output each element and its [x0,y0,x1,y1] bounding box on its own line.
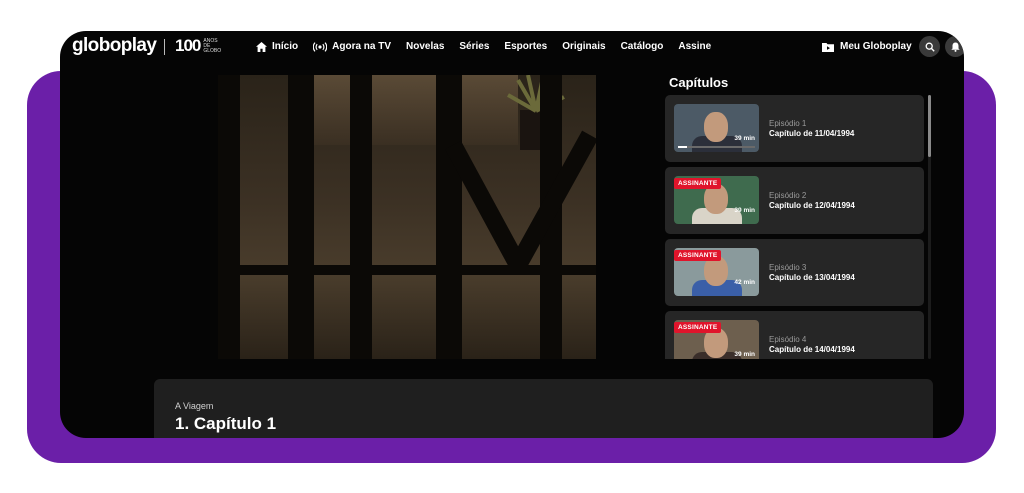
chapter-duration: 39 min [734,351,755,358]
chapter-thumbnail: 39 min [674,104,759,152]
episode-number: Episódio 2 [769,191,807,200]
search-button[interactable] [919,36,940,57]
episode-number: Episódio 1 [769,119,807,128]
nav-label: Agora na TV [332,41,392,52]
nav-item-originais[interactable]: Originais [562,41,605,52]
nav-label: Esportes [504,41,548,52]
chapters-scrollbar[interactable] [928,95,931,359]
nav-item-series[interactable]: Séries [459,41,489,52]
gate-rail [218,265,596,275]
my-globoplay-label: Meu Globoplay [840,41,912,52]
video-player[interactable] [218,75,596,359]
nav-label: Catálogo [620,41,664,52]
live-broadcast-icon [313,41,328,52]
episode-info-panel: A Viagem 1. Capítulo 1 [154,379,933,438]
anniversary-number: 100 [175,36,201,55]
nav-item-esportes[interactable]: Esportes [504,41,547,52]
chapters-heading: Capítulos [669,75,729,90]
nav-label: Assine [678,41,712,52]
subscriber-badge: ASSINANTE [674,322,722,333]
app-window: globoplay 100 anos de globo Início [60,31,964,438]
chapter-card[interactable]: 42 min ASSINANTE Episódio 3 Capítulo de … [665,239,924,306]
nav-label: Originais [562,41,606,52]
episode-description: Capítulo de 13/04/1994 [769,273,855,282]
episode-description: Capítulo de 11/04/1994 [769,129,855,138]
episode-title: 1. Capítulo 1 [175,414,277,433]
chapter-card[interactable]: 39 min ASSINANTE Episódio 2 Capítulo de … [665,167,924,234]
show-name[interactable]: A Viagem [175,401,213,411]
my-globoplay-button[interactable]: Meu Globoplay [822,31,912,62]
nav-label: Novelas [406,41,445,52]
nav-label: Início [272,41,299,52]
gate-cross-brace [445,130,596,270]
watch-progress-fill [678,146,688,148]
chapters-scrollbar-thumb[interactable] [928,95,931,157]
logo-divider [164,39,165,55]
bell-icon [951,42,960,52]
globoplay-logo[interactable]: globoplay [72,35,157,57]
chapter-duration: 39 min [734,135,755,142]
watch-progress-bar [678,146,755,148]
folder-play-icon [822,42,834,52]
subscriber-badge: ASSINANTE [674,178,722,189]
chapters-list: 39 min Episódio 1 Capítulo de 11/04/1994… [665,95,925,359]
subscriber-badge: ASSINANTE [674,250,722,261]
chapter-card[interactable]: 39 min Episódio 1 Capítulo de 11/04/1994 [665,95,924,162]
main-nav: Início Agora na TV Novelas Séries Esport… [256,31,726,62]
chapter-duration: 39 min [734,207,755,214]
episode-description: Capítulo de 14/04/1994 [769,345,855,354]
top-navigation-bar: globoplay 100 anos de globo Início [60,31,964,62]
anniversary-text: anos de globo [203,37,222,54]
anniversary-logo: 100 anos de globo [175,36,225,56]
episode-number: Episódio 3 [769,263,807,272]
nav-item-inicio[interactable]: Início [256,41,298,52]
episode-number: Episódio 4 [769,335,807,344]
nav-item-catalogo[interactable]: Catálogo [621,41,664,52]
home-icon [256,41,267,52]
nav-item-novelas[interactable]: Novelas [406,41,444,52]
chapter-duration: 42 min [734,279,755,286]
nav-item-agora-na-tv[interactable]: Agora na TV [313,41,391,52]
nav-item-assine[interactable]: Assine [678,41,711,52]
thumb-figure-face [704,112,728,142]
search-icon [925,42,935,52]
episode-description: Capítulo de 12/04/1994 [769,201,855,210]
notifications-button[interactable] [945,36,964,57]
nav-label: Séries [459,41,490,52]
chapter-card[interactable]: 39 min ASSINANTE Episódio 4 Capítulo de … [665,311,924,359]
